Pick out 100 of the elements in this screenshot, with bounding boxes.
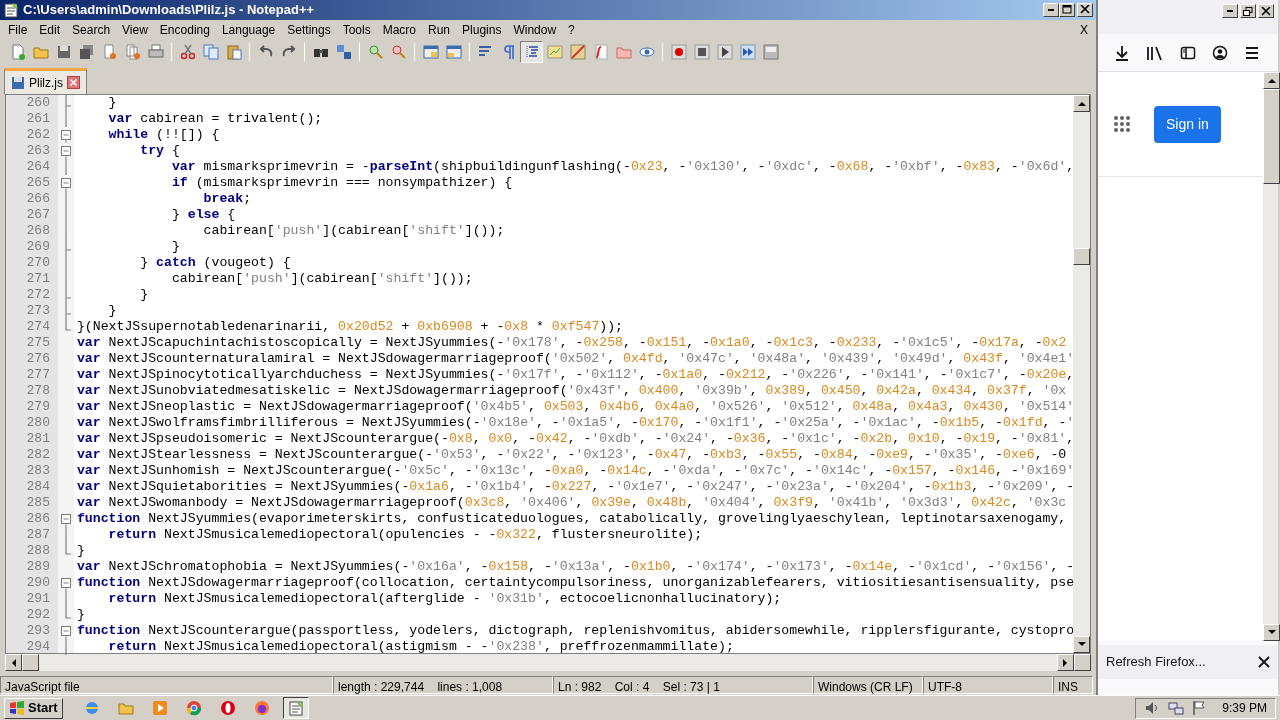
scrollbar-thumb[interactable] [1263,89,1280,184]
close-button[interactable] [1258,4,1274,18]
replace-icon[interactable] [335,43,352,60]
network-icon [1168,700,1185,716]
menu-item[interactable]: Run [422,19,457,40]
scroll-up-button[interactable] [1263,72,1280,89]
scrollbar-thumb[interactable] [1073,248,1090,266]
apps-grid-icon[interactable] [1114,116,1130,132]
fold-toggle[interactable] [60,623,71,640]
fold-line [64,159,67,176]
code-line: } [76,607,86,624]
notepad-icon[interactable] [287,700,304,716]
code-line: var NextJSwolframsfimbrilliferous = NextJSyummies(-'0x18e', -'0x1a5', -0x170, -'0x1f1', -'0x25a', -'0x1ac', -0x1b5, -0x1fd, -' [76,415,1073,432]
line-number: 294 [25,639,50,656]
restore-button[interactable] [1240,4,1256,18]
scroll-left-button[interactable] [5,654,22,672]
line-number: 272 [25,287,50,304]
browser-icon[interactable] [185,700,202,716]
close-all-icon[interactable] [124,43,141,60]
save-macro-icon[interactable] [762,43,779,60]
close-icon [1080,5,1090,15]
record-icon[interactable] [670,43,687,60]
menu-item[interactable]: Edit [33,19,67,40]
line-number: 281 [25,431,50,448]
zoom-out-icon[interactable] [390,43,407,60]
fold-toggle[interactable] [60,575,71,592]
minimize-button[interactable] [1043,2,1059,17]
line-number: 265 [25,175,50,192]
sign-in-button[interactable]: Sign in [1154,105,1221,143]
line-number: 284 [25,479,50,496]
indent-guide-icon[interactable] [523,43,540,60]
menu-item[interactable]: View [116,19,154,40]
code-line: cabirean['push'](cabirean['shift']()); [170,271,474,288]
clipboard-icon[interactable] [225,43,242,60]
fold-toggle[interactable] [60,511,71,528]
menu-item[interactable]: Encoding [153,19,216,40]
browser-icon[interactable] [219,700,236,716]
save-all-icon[interactable] [78,43,95,60]
stop-icon[interactable] [693,43,710,60]
menu-item[interactable]: Settings [281,19,337,40]
fast-forward-icon[interactable] [739,43,756,60]
zoom-in-icon[interactable] [367,43,384,60]
menu-item[interactable]: File [2,19,34,40]
close-icon[interactable] [1258,656,1270,668]
save-icon[interactable] [55,43,72,60]
down-arrow-icon [1077,642,1086,648]
window-icon[interactable] [422,43,439,60]
up-arrow-icon [1267,78,1276,83]
play-icon[interactable] [716,43,733,60]
line-number: 266 [25,191,50,208]
library-icon[interactable] [1146,44,1164,61]
scissors-icon[interactable] [179,43,196,60]
close-document-button[interactable]: X [1074,19,1094,40]
scroll-down-button[interactable] [1073,636,1090,654]
download-icon[interactable] [1114,44,1130,61]
close-button[interactable] [1077,2,1093,17]
menu-item[interactable]: Window [507,19,563,40]
window-icon[interactable] [445,43,462,60]
menu-item[interactable]: Tools [336,19,377,40]
minimize-icon [1048,8,1054,11]
close-file-icon[interactable] [101,43,118,60]
maximize-button[interactable] [1059,2,1075,17]
media-player-icon[interactable] [151,700,168,716]
line-number: 267 [25,207,50,224]
scroll-down-button[interactable] [1263,624,1280,641]
fold-toggle[interactable] [60,143,71,160]
copy-icon[interactable] [202,43,219,60]
new-file-icon[interactable] [9,43,26,60]
menu-item[interactable]: Language [215,19,282,40]
fold-toggle[interactable] [60,175,71,192]
code-line: var NextJSunhomish = NextJScounterargue(-'0x5c', -'0x13c', -0xa0, -0x14c, -'0xda', -'0x7c', -'0x14c', -0x157, -0x146, -'0x169' [76,463,1073,480]
line-number: 287 [25,527,50,544]
chart-icon[interactable] [569,43,586,60]
function-list-icon[interactable] [592,43,609,60]
right-arrow-icon [1063,658,1068,667]
down-arrow-icon [1267,630,1276,635]
sidebar-icon[interactable] [1180,44,1196,61]
fold-toggle[interactable] [60,127,71,144]
minimize-button[interactable] [1222,4,1238,18]
left-arrow-icon [11,658,16,667]
printer-icon[interactable] [147,43,164,60]
menu-item[interactable]: Plugins [456,19,508,40]
start-button[interactable]: Start [4,697,63,719]
code-line: } [76,543,86,560]
code-line: } [107,95,118,112]
code-line: function NextJScounterargue(passportless, yodelers, dictograph, replenishvomitus, abidersomewhile, ripplersfigurante, cystopro [76,623,1073,640]
scrollbar-thumb[interactable] [22,654,39,672]
menu-icon[interactable] [1244,44,1260,61]
account-icon[interactable] [1212,44,1228,61]
code-line: var NextJSunobviatedmesatiskelic = NextJSdowagermarriageproof('0x43f', 0x400, '0x39b', 0x389, 0x450, 0x42a, 0x434, 0x37f, '0x [76,383,1068,400]
menu-item[interactable]: Macro [376,19,422,40]
browser-icon[interactable] [253,700,270,716]
code-line: } [170,239,181,256]
code-line: }(NextJSsupernotabledenarinarii, 0x20d52 + 0xb6908 + -0x8 * 0xf547)); [76,319,625,336]
scroll-right-button[interactable] [1057,654,1074,672]
file-tab[interactable]: Plilz.js [4,68,87,95]
line-number: 275 [25,335,50,352]
menu-item[interactable]: ? [562,19,581,40]
menu-item[interactable]: Search [66,19,117,40]
scroll-up-button[interactable] [1073,95,1090,113]
